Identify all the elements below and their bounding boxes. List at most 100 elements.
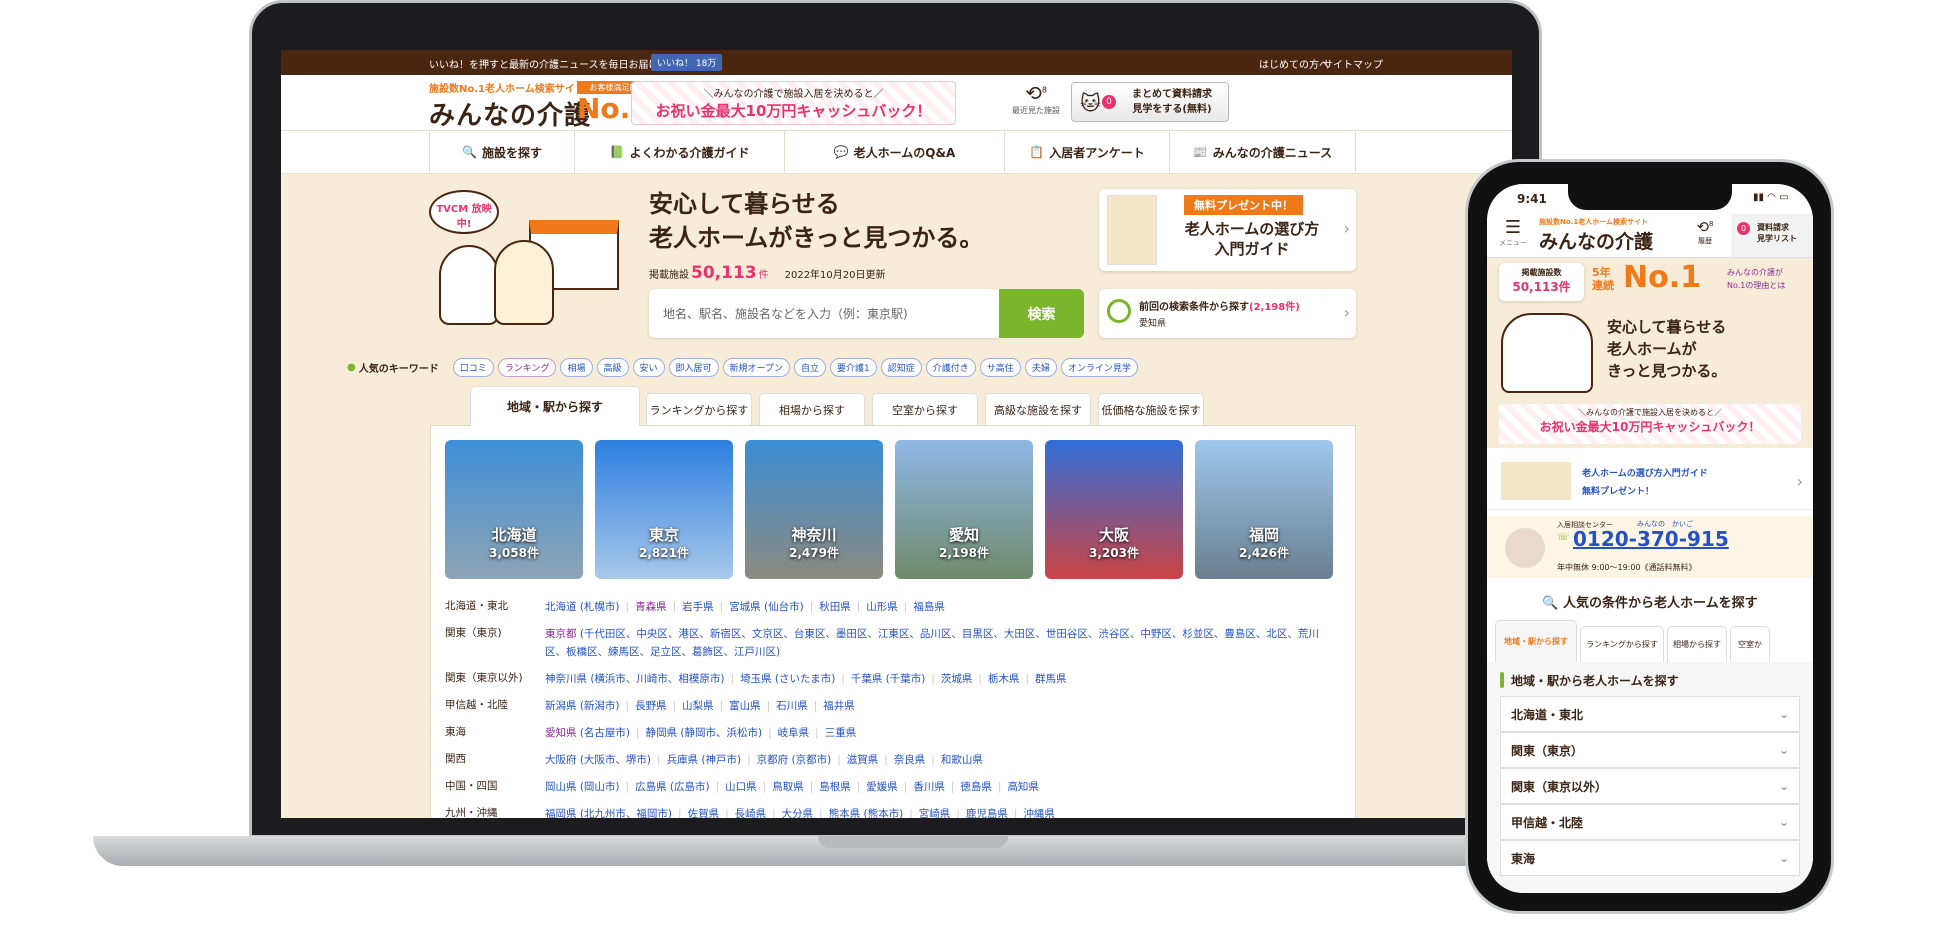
prefecture-link[interactable]: 宮城県 <box>729 601 761 613</box>
prefecture-link[interactable]: 宮崎県 <box>919 808 951 818</box>
last-search-card[interactable]: 前回の検索条件から探す(2,198件) 愛知県 › <box>1099 289 1356 338</box>
city-link[interactable]: (京都市) <box>788 754 831 766</box>
prefecture-link[interactable]: 沖縄県 <box>1023 808 1055 818</box>
mobile-tab-4[interactable]: 空室か <box>1730 626 1770 662</box>
prefecture-link[interactable]: 鹿児島県 <box>966 808 1008 818</box>
tab-6[interactable]: 低価格な施設を探す <box>1098 393 1204 425</box>
keyword-tag[interactable]: 高級 <box>596 358 629 377</box>
keyword-tag[interactable]: オンライン見学 <box>1060 358 1138 377</box>
keyword-tag[interactable]: 自立 <box>794 358 827 377</box>
prefecture-link[interactable]: 広島県 <box>635 781 667 793</box>
tab-3[interactable]: 相場から探す <box>759 393 865 425</box>
area-card[interactable]: 愛知 2,198件 <box>895 440 1033 579</box>
prefecture-link[interactable]: 兵庫県 <box>667 754 699 766</box>
prefecture-link[interactable]: 栃木県 <box>988 673 1020 685</box>
city-link[interactable]: (横浜市、川崎市、相模原市) <box>587 673 724 685</box>
city-link[interactable]: (広島市) <box>667 781 710 793</box>
prefecture-link[interactable]: 埼玉県 <box>740 673 772 685</box>
city-link[interactable]: (千葉市) <box>882 673 926 685</box>
keyword-tag[interactable]: 要介護1 <box>830 358 877 377</box>
search-button[interactable]: 検索 <box>999 289 1084 338</box>
mobile-cashback-banner[interactable]: ＼みんなの介護で施設入居を決めると／ お祝い金最大10万円キャッシュバック！ <box>1499 404 1801 444</box>
accordion-item[interactable]: 関東（東京以外） ⌄ <box>1500 768 1800 804</box>
mobile-tab-2[interactable]: ランキングから探す <box>1580 626 1664 662</box>
keyword-tag[interactable]: 夫婦 <box>1024 358 1057 377</box>
prefecture-link[interactable]: 徳島県 <box>960 781 992 793</box>
prefecture-link[interactable]: 岐阜県 <box>778 727 810 739</box>
cashback-banner[interactable]: ＼みんなの介護で施設入居を決めると／ お祝い金最大10万円キャッシュバック！ <box>631 81 956 125</box>
nav-care-guide[interactable]: 📗 よくわかる介護ガイド <box>574 131 784 173</box>
prefecture-link[interactable]: 秋田県 <box>819 601 851 613</box>
prefecture-link[interactable]: 滋賀県 <box>847 754 879 766</box>
prefecture-link[interactable]: 岩手県 <box>682 601 714 613</box>
prefecture-link[interactable]: 長崎県 <box>735 808 767 818</box>
mobile-history-button[interactable]: ⟲8 履歴 <box>1685 218 1725 246</box>
prefecture-link[interactable]: 熊本県 <box>829 808 861 818</box>
prefecture-link[interactable]: 奈良県 <box>894 754 926 766</box>
prefecture-link[interactable]: 福井県 <box>823 700 855 712</box>
guide-card[interactable]: 無料プレゼント中！ 老人ホームの選び方 入門ガイド › <box>1099 189 1356 271</box>
mobile-tab-3[interactable]: 相場から探す <box>1667 626 1727 662</box>
prefecture-link[interactable]: 高知県 <box>1007 781 1039 793</box>
keyword-tag[interactable]: 新規オープン <box>722 358 791 377</box>
beginners-link[interactable]: はじめての方へ <box>1259 56 1329 71</box>
prefecture-link[interactable]: 山口県 <box>725 781 757 793</box>
prefecture-link[interactable]: 島根県 <box>819 781 851 793</box>
city-link[interactable]: (名古屋市) <box>577 727 630 739</box>
sitemap-link[interactable]: サイトマップ <box>1323 56 1383 71</box>
prefecture-link[interactable]: 鳥取県 <box>772 781 804 793</box>
prefecture-link[interactable]: 佐賀県 <box>688 808 720 818</box>
prefecture-link[interactable]: 和歌山県 <box>941 754 983 766</box>
request-button[interactable]: 🐱 0 まとめて資料請求 見学をする(無料) <box>1071 82 1229 122</box>
area-card[interactable]: 福岡 2,426件 <box>1195 440 1333 579</box>
prefecture-link[interactable]: 三重県 <box>825 727 857 739</box>
mobile-logo[interactable]: 施設数No.1老人ホーム検索サイト みんなの介護 <box>1539 217 1653 254</box>
prefecture-link[interactable]: 新潟県 <box>545 700 577 712</box>
prefecture-link[interactable]: 青森県 <box>635 601 667 613</box>
mobile-request-button[interactable]: 0 資料請求 見学リスト <box>1731 214 1813 257</box>
nav-find-facility[interactable]: 🔍 施設を探す <box>429 131 574 173</box>
prefecture-link[interactable]: 東京都 <box>545 628 577 640</box>
keyword-tag[interactable]: 介護付き <box>925 358 976 377</box>
accordion-item[interactable]: 北海道・東北 ⌄ <box>1500 696 1800 732</box>
prefecture-link[interactable]: 神奈川県 <box>545 673 587 685</box>
prefecture-link[interactable]: 福島県 <box>913 601 945 613</box>
prefecture-link[interactable]: 群馬県 <box>1035 673 1067 685</box>
tab-2[interactable]: ランキングから探す <box>646 393 752 425</box>
accordion-item[interactable]: 関東（東京） ⌄ <box>1500 732 1800 768</box>
search-input[interactable]: 地名、駅名、施設名などを入力（例：東京駅) <box>649 289 999 338</box>
city-link[interactable]: (仙台市) <box>761 601 804 613</box>
keyword-tag[interactable]: 相場 <box>560 358 593 377</box>
prefecture-link[interactable]: 愛媛県 <box>866 781 898 793</box>
nav-survey[interactable]: 📋 入居者アンケート <box>1004 131 1169 173</box>
tab-1[interactable]: 地域・駅から探す <box>470 386 640 426</box>
prefecture-link[interactable]: 茨城県 <box>941 673 973 685</box>
area-card[interactable]: 神奈川 2,479件 <box>745 440 883 579</box>
city-link[interactable]: (さいたま市) <box>772 673 835 685</box>
accordion-item[interactable]: 東海 ⌄ <box>1500 840 1800 876</box>
keyword-tag[interactable]: 認知症 <box>880 358 922 377</box>
prefecture-link[interactable]: 京都府 <box>757 754 789 766</box>
city-link[interactable]: (千代田区、中央区、港区、新宿区、文京区、台東区、墨田区、江東区、品川区、目黒区… <box>545 628 1319 658</box>
prefecture-link[interactable]: 山梨県 <box>682 700 714 712</box>
prefecture-link[interactable]: 静岡県 <box>646 727 678 739</box>
prefecture-link[interactable]: 千葉県 <box>851 673 883 685</box>
keyword-tag[interactable]: サ高住 <box>979 358 1021 377</box>
tab-5[interactable]: 高級な施設を探す <box>985 393 1091 425</box>
mobile-guide-link[interactable]: 老人ホームの選び方入門ガイド 無料プレゼント！ › <box>1487 454 1813 510</box>
tab-4[interactable]: 空室から探す <box>872 393 978 425</box>
city-link[interactable]: (熊本市) <box>860 808 904 818</box>
area-card[interactable]: 北海道 3,058件 <box>445 440 583 579</box>
prefecture-link[interactable]: 大分県 <box>782 808 814 818</box>
prefecture-link[interactable]: 福岡県 <box>545 808 577 818</box>
accordion-item[interactable]: 甲信越・北陸 ⌄ <box>1500 804 1800 840</box>
prefecture-link[interactable]: 大阪府 <box>545 754 577 766</box>
prefecture-link[interactable]: 愛知県 <box>545 727 577 739</box>
prefecture-link[interactable]: 富山県 <box>729 700 761 712</box>
city-link[interactable]: (大阪市、堺市) <box>577 754 651 766</box>
prefecture-link[interactable]: 岡山県 <box>545 781 577 793</box>
city-link[interactable]: (新潟市) <box>577 700 620 712</box>
area-card[interactable]: 大阪 3,203件 <box>1045 440 1183 579</box>
nav-qa[interactable]: 💬 老人ホームのQ&A <box>784 131 1004 173</box>
no1-reason-link[interactable]: みんなの介護が No.1の理由とは <box>1727 266 1785 292</box>
